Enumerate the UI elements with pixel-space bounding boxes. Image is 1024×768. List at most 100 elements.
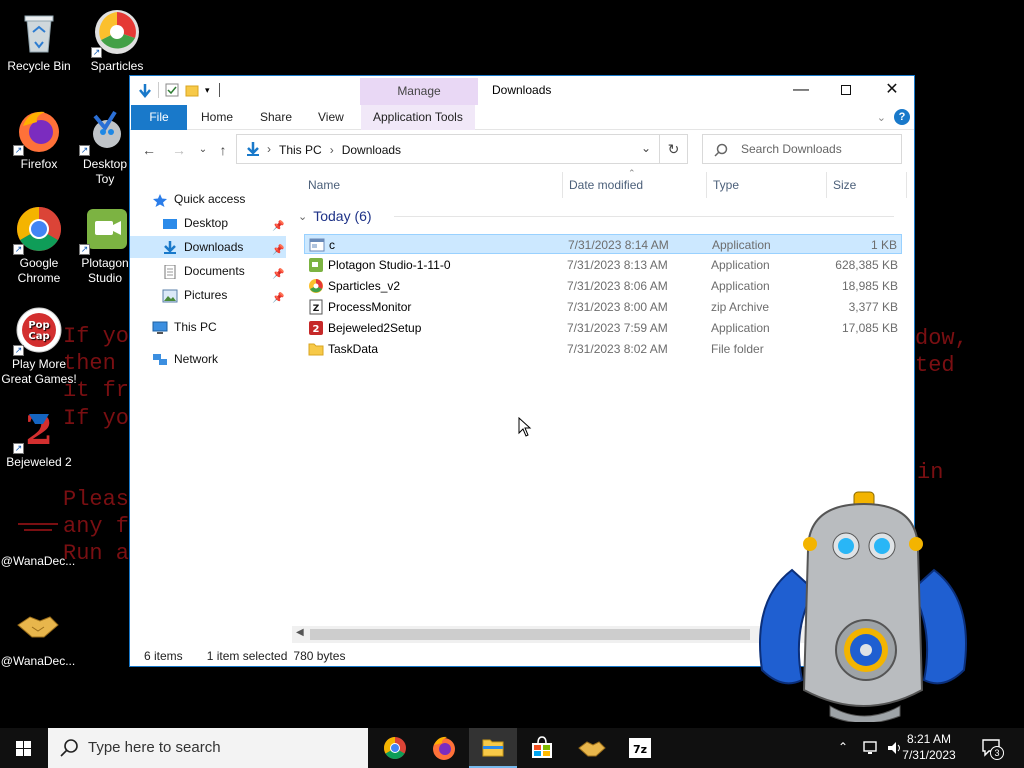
file-row-c[interactable]: c 7/31/2023 8:14 AM Application 1 KB (304, 234, 902, 254)
column-divider[interactable] (826, 172, 827, 198)
desktop-icon-google-chrome[interactable]: ↗ Google Chrome (1, 205, 77, 286)
nav-downloads[interactable]: Downloads 📌 (130, 236, 286, 258)
desktop-icon-wanadecrypt[interactable]: @WanaDec... (0, 503, 76, 569)
tray-overflow-icon[interactable]: ⌃ (838, 740, 848, 754)
search-input[interactable]: Search Downloads (702, 134, 902, 164)
file-row-sparticles[interactable]: Sparticles_v2 7/31/2023 8:06 AM Applicat… (304, 276, 902, 296)
nav-label: Desktop (184, 216, 229, 230)
forward-button[interactable]: → (170, 141, 188, 159)
tab-application-tools[interactable]: Application Tools (361, 105, 475, 130)
address-dropdown-icon[interactable]: ⌄ (641, 141, 651, 155)
pin-icon[interactable]: 📌 (272, 264, 284, 280)
down-arrow-icon[interactable] (138, 83, 152, 98)
up-button[interactable]: ↑ (214, 141, 232, 159)
close-button[interactable]: ✕ (869, 76, 914, 105)
ransom-line: dow, (915, 326, 968, 351)
properties-icon[interactable] (165, 83, 179, 97)
file-row-plotagon[interactable]: Plotagon Studio-1-11-0 7/31/2023 8:13 AM… (304, 255, 902, 275)
svg-text:Z: Z (313, 304, 320, 314)
minimize-button[interactable]: — (778, 76, 824, 105)
tab-file[interactable]: File (131, 105, 187, 130)
file-date: 7/31/2023 8:06 AM (567, 279, 668, 293)
nav-desktop[interactable]: Desktop 📌 (130, 212, 286, 234)
bejeweled-icon: 2 ↗ (13, 404, 63, 454)
taskbar-file-explorer[interactable] (469, 728, 517, 768)
column-divider[interactable] (706, 172, 707, 198)
taskbar-firefox[interactable] (420, 728, 468, 768)
pin-icon[interactable]: 📌 (272, 216, 284, 232)
file-row-bejeweled2setup[interactable]: 2 Bejeweled2Setup 7/31/2023 7:59 AM Appl… (304, 318, 902, 338)
zip-archive-icon: Z (308, 299, 324, 315)
desktop-icon-popcap[interactable]: Pop Cap ↗ Play More Great Games! (1, 306, 77, 387)
nav-this-pc[interactable]: This PC (152, 316, 292, 338)
shortcut-arrow-icon: ↗ (13, 244, 24, 255)
file-row-processmonitor[interactable]: Z ProcessMonitor 7/31/2023 8:00 AM zip A… (304, 297, 902, 317)
pin-icon[interactable]: 📌 (272, 240, 284, 256)
taskbar-store[interactable] (518, 728, 566, 768)
help-icon[interactable]: ? (894, 109, 910, 125)
notifications-button[interactable]: 3 (980, 736, 1004, 760)
desktop-icon-recycle-bin[interactable]: Recycle Bin (1, 8, 77, 74)
svg-text:Cap: Cap (28, 331, 49, 342)
desktop-icon-plotagon[interactable]: ↗ Plotagon Studio (79, 205, 131, 286)
desktop-icon-firefox[interactable]: ↗ Firefox (1, 106, 77, 172)
address-bar[interactable]: › This PC › Downloads ⌄ (236, 134, 660, 164)
nav-label: Network (174, 352, 219, 366)
clock[interactable]: 8:21 AM 7/31/2023 (894, 731, 964, 763)
nav-label: Downloads (184, 240, 244, 254)
file-row-taskdata[interactable]: TaskData 7/31/2023 8:02 AM File folder (304, 339, 902, 359)
maximize-button[interactable] (823, 76, 869, 105)
column-header-name[interactable]: Name (308, 178, 340, 192)
network-tray-icon[interactable] (862, 739, 880, 760)
sparticles-icon (308, 278, 324, 294)
nav-pictures[interactable]: Pictures 📌 (130, 284, 286, 306)
column-header-date[interactable]: Date modified (569, 178, 643, 192)
column-divider[interactable] (906, 172, 907, 198)
search-icon (60, 739, 78, 760)
back-button[interactable]: ← (140, 141, 158, 159)
breadcrumb-this-pc[interactable]: This PC (279, 143, 322, 157)
scroll-left-icon[interactable]: ◀ (296, 627, 304, 638)
taskbar-7zip[interactable]: 7z (616, 728, 664, 768)
nav-quick-access[interactable]: Quick access (152, 188, 292, 210)
file-type: Application (711, 321, 770, 335)
column-header-type[interactable]: Type (713, 178, 739, 192)
application-icon (309, 237, 325, 253)
customize-toolbar-icon[interactable]: ▾ (205, 83, 213, 97)
mouse-cursor (518, 416, 532, 440)
desktop-icon-sparticles[interactable]: ↗ Sparticles (79, 8, 155, 74)
desktop-icon-desktop-toy[interactable]: ↗ Desktop Toy (79, 106, 131, 187)
desktop-icon-bejeweled[interactable]: 2 ↗ Bejeweled 2 (1, 404, 77, 470)
desktop-icon-wanadecrypt-2[interactable]: @WanaDec... (0, 603, 76, 669)
expand-ribbon-icon[interactable]: ⌄ (877, 111, 886, 124)
taskbar-chrome[interactable] (371, 728, 419, 768)
svg-text:7z: 7z (633, 743, 647, 756)
nav-network[interactable]: Network (152, 348, 292, 370)
pin-icon[interactable]: 📌 (272, 288, 284, 304)
status-item-count: 6 items (144, 649, 183, 663)
address-row: ← → ⌄ ↑ › This PC › Downloads ⌄ ↻ Search… (130, 130, 914, 170)
desktop-toy-robot[interactable] (752, 490, 974, 724)
shortcut-arrow-icon: ↗ (91, 47, 102, 58)
tab-view[interactable]: View (306, 105, 356, 130)
collapse-chevron-icon[interactable]: ⌄ (298, 210, 307, 223)
new-folder-icon[interactable] (185, 83, 199, 97)
tab-share[interactable]: Share (248, 105, 304, 130)
downloads-icon (245, 141, 261, 160)
recent-locations-button[interactable]: ⌄ (194, 141, 212, 159)
title-bar[interactable]: ▾ Manage Downloads — ✕ (130, 76, 914, 105)
start-button[interactable] (0, 728, 48, 768)
notification-count-badge: 3 (990, 746, 1004, 760)
refresh-button[interactable]: ↻ (660, 134, 688, 164)
quick-access-toolbar: ▾ (138, 82, 220, 98)
manage-tab[interactable]: Manage (360, 78, 478, 105)
column-header-size[interactable]: Size (833, 178, 856, 192)
tab-home[interactable]: Home (189, 105, 245, 130)
group-header-today[interactable]: ⌄ Today (6) (298, 208, 372, 224)
taskbar-wanadecrypt[interactable] (567, 728, 615, 768)
taskbar-search-input[interactable]: Type here to search (48, 728, 368, 768)
nav-documents[interactable]: Documents 📌 (130, 260, 286, 282)
breadcrumb-downloads[interactable]: Downloads (342, 143, 401, 157)
scrollbar-thumb[interactable] (310, 629, 750, 640)
column-divider[interactable] (562, 172, 563, 198)
